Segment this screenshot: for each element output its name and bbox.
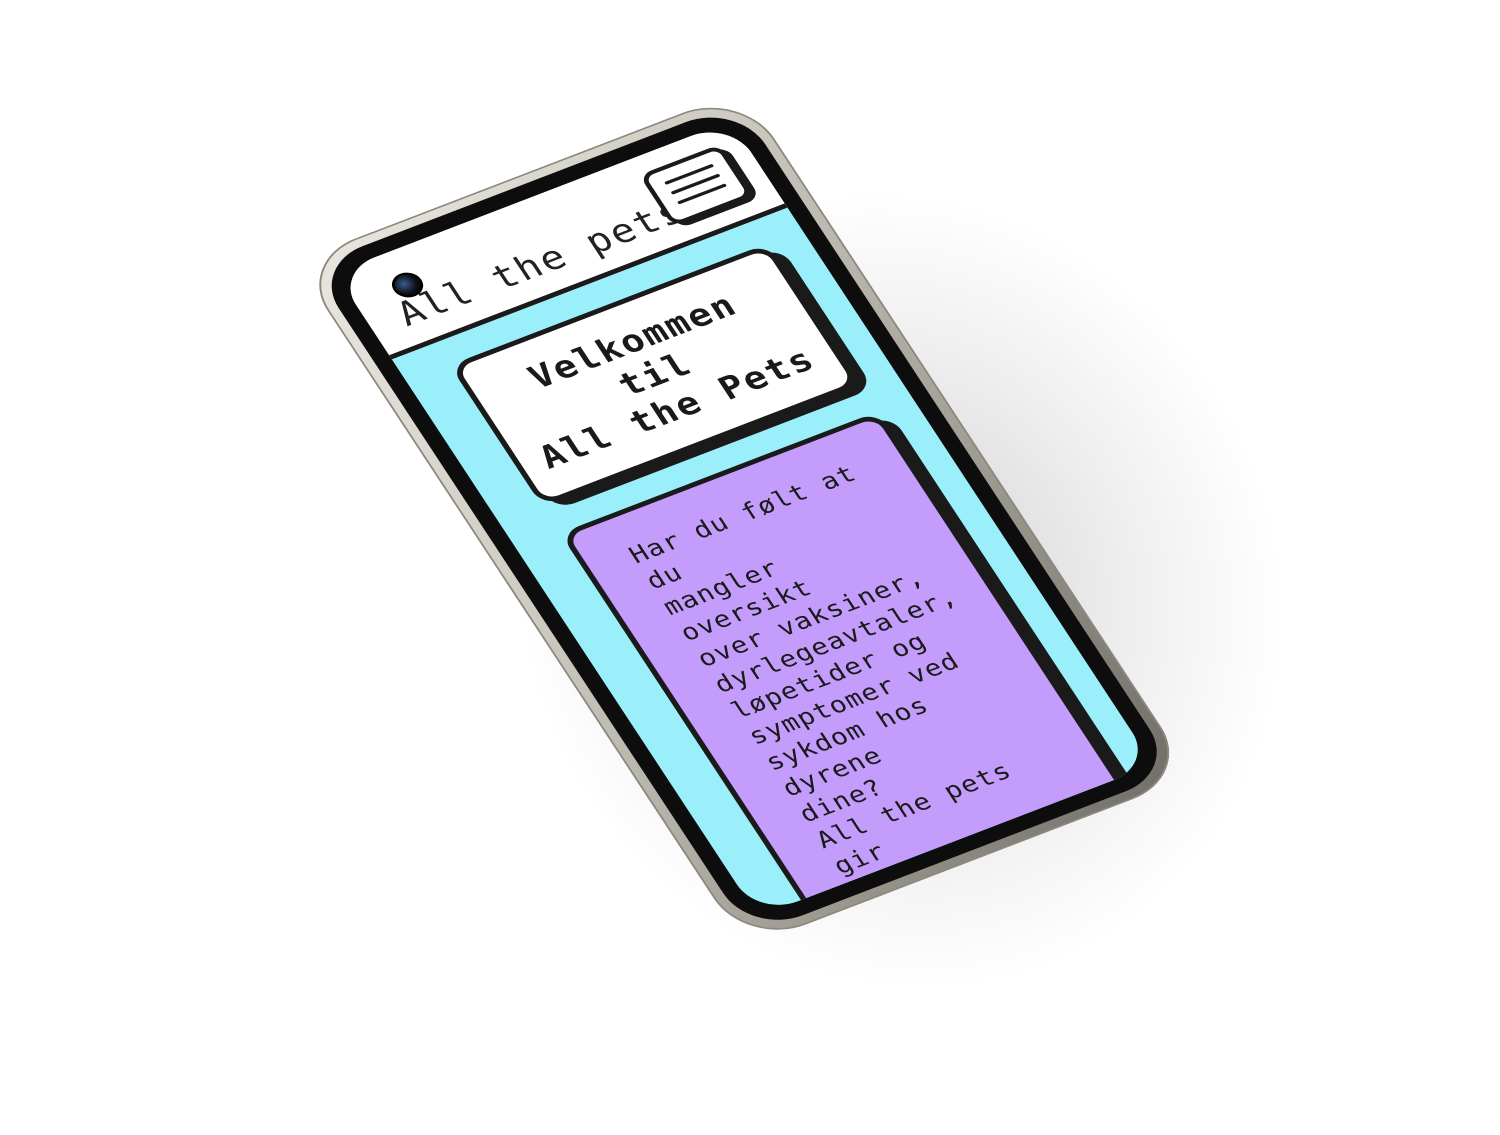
app-screen: All the pets Velkommen til All the Pets … (334, 120, 1154, 917)
menu-line-icon (664, 163, 715, 185)
phone-mockup: All the pets Velkommen til All the Pets … (0, 0, 1500, 1125)
info-card: Har du følt at du mangler oversikt over … (559, 411, 1133, 917)
welcome-heading: Velkommen til All the Pets (487, 273, 823, 477)
phone-device: All the pets Velkommen til All the Pets … (295, 89, 1194, 948)
